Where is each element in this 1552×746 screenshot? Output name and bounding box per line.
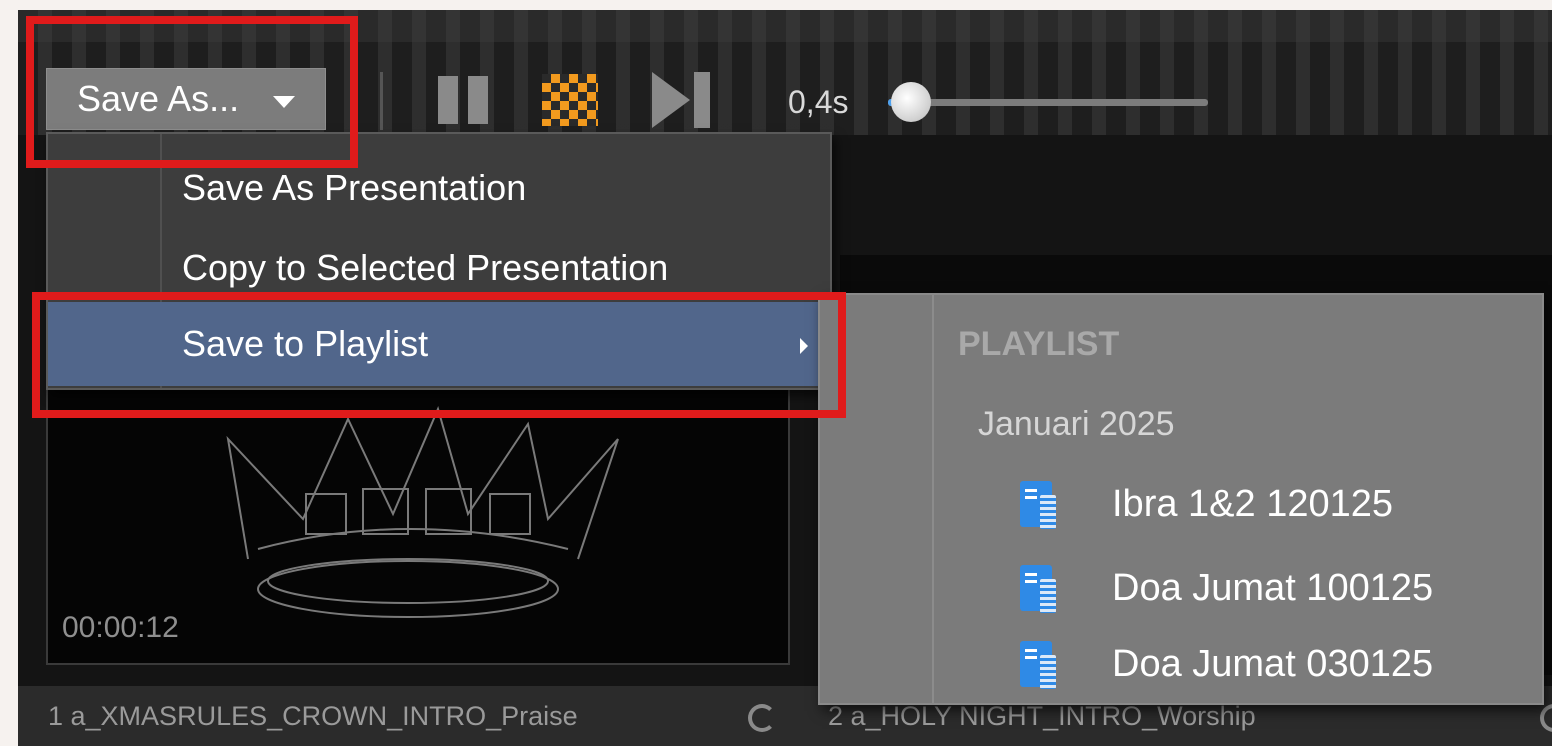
transition-speed-slider[interactable]	[888, 99, 1208, 106]
toolbar: Save As... 0,4s	[18, 10, 1552, 135]
toolbar-divider	[380, 72, 383, 130]
playlist-item-label: Doa Jumat 030125	[1112, 643, 1434, 685]
menu-item-save-as-presentation[interactable]: Save As Presentation	[48, 148, 830, 228]
playlist-doc-icon	[1020, 481, 1056, 529]
playlist-item[interactable]: Doa Jumat 030125	[1020, 635, 1540, 705]
thumbnail-caption-1: 1 a_XMASRULES_CROWN_INTRO_Praise	[48, 701, 578, 731]
save-as-menu: Save As Presentation Copy to Selected Pr…	[46, 132, 832, 390]
skip-to-end-icon[interactable]	[652, 72, 714, 128]
playlist-item-label: Ibra 1&2 120125	[1112, 483, 1394, 525]
slider-thumb[interactable]	[891, 82, 931, 122]
playlist-item[interactable]: Ibra 1&2 120125	[1020, 475, 1540, 545]
menu-gutter	[932, 295, 934, 703]
menu-item-copy-to-selected-presentation[interactable]: Copy to Selected Presentation	[48, 228, 830, 308]
timecode: 00:00:12	[62, 611, 179, 644]
playlist-group[interactable]: Januari 2025	[978, 405, 1175, 444]
playlist-item[interactable]: Doa Jumat 100125	[1020, 559, 1540, 629]
menu-item-label: Copy to Selected Presentation	[182, 247, 669, 288]
transition-speed-label: 0,4s	[788, 84, 849, 120]
checker-icon[interactable]	[542, 74, 598, 126]
menu-item-save-to-playlist[interactable]: Save to Playlist	[48, 302, 830, 386]
app-window: Save As... 0,4s 00:00:12 1 a_XMASRULES_C…	[18, 10, 1552, 746]
pause-icon[interactable]	[438, 76, 494, 124]
loop-icon[interactable]	[748, 704, 776, 732]
playlist-doc-icon	[1020, 641, 1056, 689]
playlist-item-label: Doa Jumat 100125	[1112, 567, 1434, 609]
chevron-down-icon	[273, 96, 295, 108]
playlist-submenu: PLAYLIST Januari 2025 Ibra 1&2 120125 Do…	[818, 293, 1544, 705]
save-as-dropdown-button[interactable]: Save As...	[46, 68, 326, 130]
submenu-header: PLAYLIST	[958, 325, 1120, 363]
save-as-label: Save As...	[77, 78, 240, 119]
menu-item-label: Save As Presentation	[182, 167, 527, 208]
loop-icon[interactable]	[1540, 704, 1552, 732]
menu-item-label: Save to Playlist	[182, 323, 429, 364]
submenu-arrow-icon	[800, 338, 808, 354]
playlist-doc-icon	[1020, 565, 1056, 613]
